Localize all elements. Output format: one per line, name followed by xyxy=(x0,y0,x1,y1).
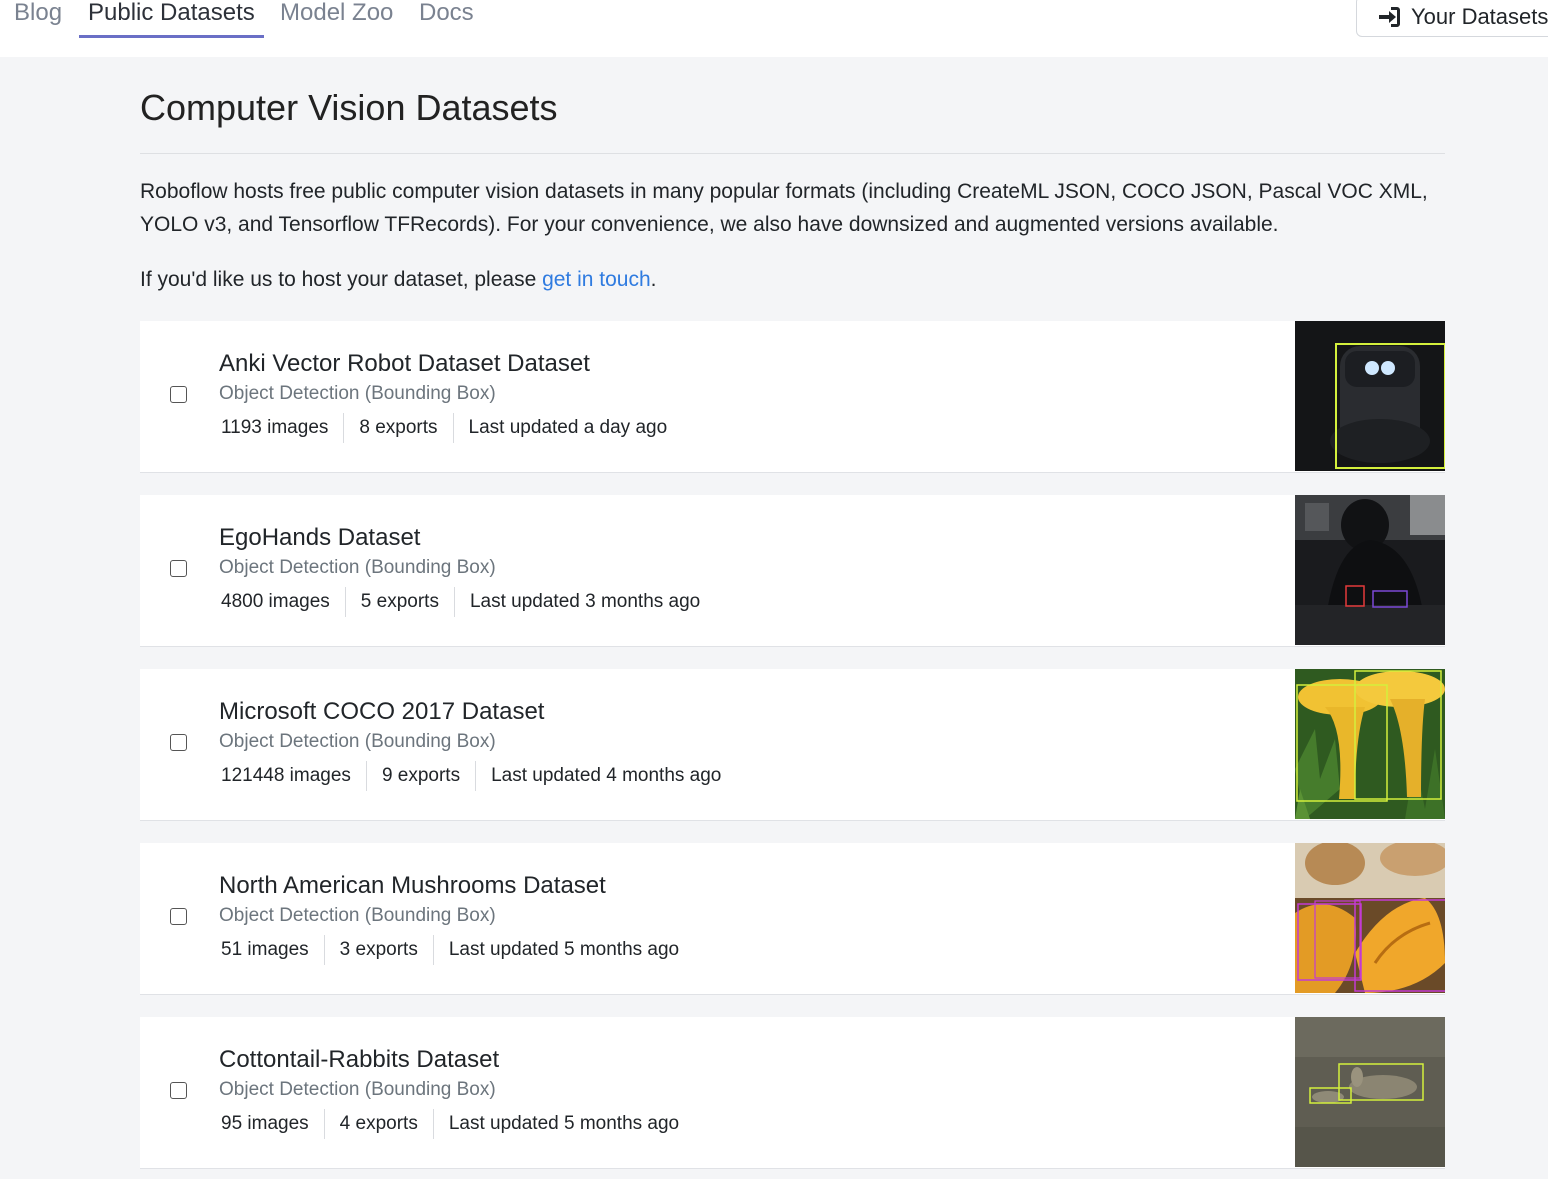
dataset-thumbnail-robot[interactable] xyxy=(1295,321,1445,471)
dataset-title[interactable]: EgoHands Dataset xyxy=(219,524,420,552)
dataset-type: Object Detection (Bounding Box) xyxy=(219,383,496,404)
dataset-last-updated: Last updated 5 months ago xyxy=(432,935,694,965)
tab-blog[interactable]: Blog xyxy=(14,0,62,38)
dataset-checkbox[interactable] xyxy=(170,1082,187,1099)
dataset-title[interactable]: North American Mushrooms Dataset xyxy=(219,872,606,900)
dataset-checkbox[interactable] xyxy=(170,386,187,403)
dataset-thumbnail-rabbits[interactable] xyxy=(1295,1017,1445,1167)
dataset-image-count: 121448 images xyxy=(221,765,351,786)
host-paragraph: If you'd like us to host your dataset, p… xyxy=(140,263,657,296)
dataset-export-count: 4 exports xyxy=(323,1109,433,1139)
dataset-image-count: 51 images xyxy=(221,939,309,960)
dataset-export-count: 3 exports xyxy=(323,935,433,965)
dataset-meta: 121448 images 9 exports Last updated 4 m… xyxy=(219,761,736,791)
host-text: If you'd like us to host your dataset, p… xyxy=(140,268,543,291)
sign-in-icon xyxy=(1377,6,1401,28)
dataset-type: Object Detection (Bounding Box) xyxy=(219,905,496,926)
dataset-last-updated: Last updated 5 months ago xyxy=(432,1109,694,1139)
dataset-export-count: 8 exports xyxy=(343,413,452,443)
dataset-thumbnail-mushrooms-green[interactable] xyxy=(1295,669,1445,819)
dataset-card-coco[interactable]: Microsoft COCO 2017 Dataset Object Detec… xyxy=(140,669,1445,821)
dataset-export-count: 9 exports xyxy=(365,761,475,791)
dataset-checkbox[interactable] xyxy=(170,908,187,925)
dataset-title[interactable]: Cottontail-Rabbits Dataset xyxy=(219,1046,499,1074)
your-datasets-button[interactable]: Your Datasets xyxy=(1356,0,1548,37)
dataset-thumbnail-hands[interactable] xyxy=(1295,495,1445,645)
dataset-type: Object Detection (Bounding Box) xyxy=(219,557,496,578)
tab-docs[interactable]: Docs xyxy=(419,0,474,38)
dataset-thumbnail-chanterelles[interactable] xyxy=(1295,843,1445,993)
dataset-meta: 4800 images 5 exports Last updated 3 mon… xyxy=(219,587,715,617)
dataset-meta: 1193 images 8 exports Last updated a day… xyxy=(219,413,682,443)
dataset-meta: 51 images 3 exports Last updated 5 month… xyxy=(219,935,694,965)
dataset-meta: 95 images 4 exports Last updated 5 month… xyxy=(219,1109,694,1139)
dataset-title[interactable]: Microsoft COCO 2017 Dataset xyxy=(219,698,544,726)
dataset-card-egohands[interactable]: EgoHands Dataset Object Detection (Bound… xyxy=(140,495,1445,647)
top-navigation: Blog Public Datasets Model Zoo Docs Your… xyxy=(0,0,1548,57)
your-datasets-label: Your Datasets xyxy=(1411,3,1548,29)
dataset-checkbox[interactable] xyxy=(170,734,187,751)
dataset-last-updated: Last updated 4 months ago xyxy=(475,761,736,791)
dataset-type: Object Detection (Bounding Box) xyxy=(219,1079,496,1100)
dataset-checkbox[interactable] xyxy=(170,560,187,577)
host-end: . xyxy=(650,268,657,291)
dataset-card-anki-vector[interactable]: Anki Vector Robot Dataset Dataset Object… xyxy=(140,321,1445,473)
dataset-card-north-american-mushrooms[interactable]: North American Mushrooms Dataset Object … xyxy=(140,843,1445,995)
intro-paragraph: Roboflow hosts free public computer visi… xyxy=(140,180,1428,236)
get-in-touch-link[interactable]: get in touch xyxy=(542,268,651,291)
tab-model-zoo[interactable]: Model Zoo xyxy=(280,0,393,38)
tab-public-datasets[interactable]: Public Datasets xyxy=(79,0,264,38)
title-divider xyxy=(140,153,1445,154)
dataset-card-cottontail-rabbits[interactable]: Cottontail-Rabbits Dataset Object Detect… xyxy=(140,1017,1445,1169)
dataset-last-updated: Last updated a day ago xyxy=(452,413,683,443)
dataset-title[interactable]: Anki Vector Robot Dataset Dataset xyxy=(219,350,590,378)
dataset-export-count: 5 exports xyxy=(344,587,454,617)
dataset-image-count: 1193 images xyxy=(221,417,329,438)
dataset-last-updated: Last updated 3 months ago xyxy=(453,587,715,617)
page-title: Computer Vision Datasets xyxy=(140,87,558,128)
dataset-type: Object Detection (Bounding Box) xyxy=(219,731,496,752)
dataset-image-count: 95 images xyxy=(221,1113,309,1134)
dataset-image-count: 4800 images xyxy=(221,591,330,612)
